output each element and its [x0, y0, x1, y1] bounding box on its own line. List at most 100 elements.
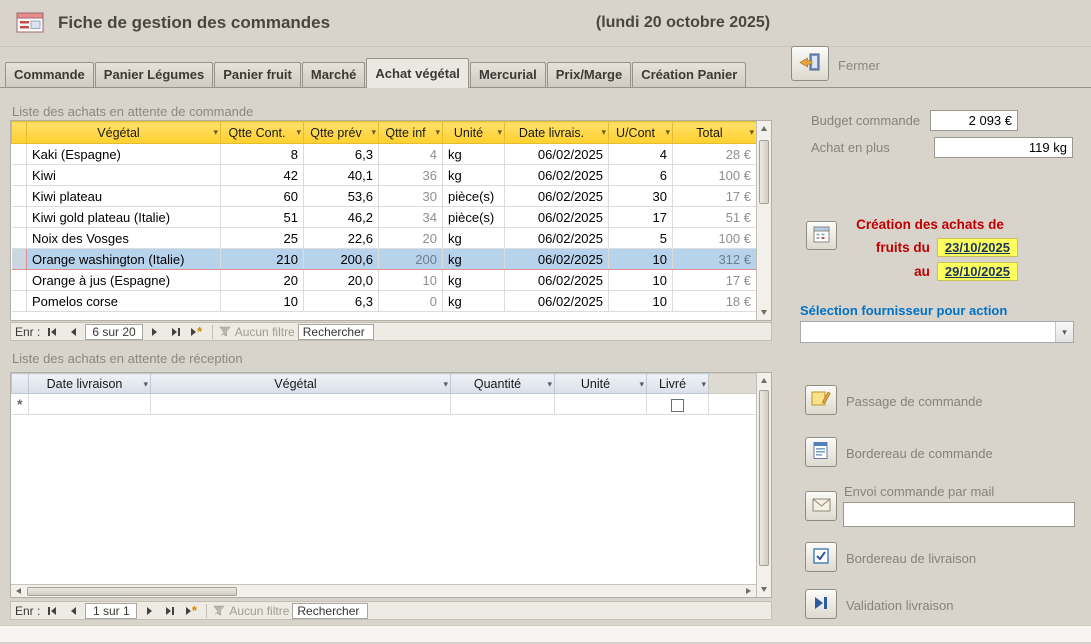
- filter-dropdown-icon[interactable]: ▾: [601, 128, 606, 137]
- column-header-date-livraison[interactable]: Date livraison▾: [29, 374, 151, 394]
- column-header-vegetal[interactable]: Végétal▾: [27, 122, 221, 144]
- cell[interactable]: Kiwi gold plateau (Italie): [27, 207, 221, 228]
- cell[interactable]: 22,6: [304, 228, 379, 249]
- envoi-mail-button[interactable]: [805, 491, 837, 521]
- cell[interactable]: 25: [221, 228, 304, 249]
- bordereau-commande-button[interactable]: [805, 437, 837, 467]
- row-selector[interactable]: [12, 228, 27, 249]
- filter-dropdown-icon[interactable]: ▾: [371, 128, 376, 137]
- nav-next-button[interactable]: [140, 603, 158, 618]
- row-selector[interactable]: [12, 186, 27, 207]
- cell[interactable]: 06/02/2025: [505, 186, 609, 207]
- tab-achat-vegetal[interactable]: Achat végétal: [366, 58, 469, 88]
- cell[interactable]: kg: [443, 270, 505, 291]
- chevron-down-icon[interactable]: ▾: [1055, 322, 1073, 342]
- date-from-field[interactable]: 23/10/2025: [937, 238, 1018, 257]
- validation-livraison-button[interactable]: [805, 589, 837, 619]
- filter-dropdown-icon[interactable]: ▾: [296, 128, 301, 137]
- cell[interactable]: 40,1: [304, 165, 379, 186]
- cell-unite[interactable]: [555, 394, 647, 415]
- nav-last-button[interactable]: [167, 324, 185, 339]
- supplier-combobox[interactable]: ▾: [800, 321, 1074, 343]
- cell[interactable]: 30: [379, 186, 443, 207]
- row-selector[interactable]: [12, 207, 27, 228]
- cell[interactable]: kg: [443, 165, 505, 186]
- cell[interactable]: 30: [609, 186, 673, 207]
- cell[interactable]: 312 €: [673, 249, 757, 270]
- scroll-right-icon[interactable]: [741, 585, 756, 597]
- cell[interactable]: 06/02/2025: [505, 165, 609, 186]
- cell[interactable]: 10: [609, 270, 673, 291]
- cell[interactable]: 18 €: [673, 291, 757, 312]
- tab-marche[interactable]: Marché: [302, 62, 366, 87]
- filter-dropdown-icon[interactable]: ▾: [443, 380, 448, 389]
- livre-checkbox[interactable]: [671, 399, 684, 412]
- cell[interactable]: 5: [609, 228, 673, 249]
- scroll-down-icon[interactable]: [757, 582, 771, 597]
- tab-creation-panier[interactable]: Création Panier: [632, 62, 746, 87]
- cell[interactable]: 10: [609, 291, 673, 312]
- cell[interactable]: 28 €: [673, 144, 757, 165]
- new-record-marker[interactable]: *: [12, 394, 29, 415]
- filter-dropdown-icon[interactable]: ▾: [701, 380, 706, 389]
- cell[interactable]: 06/02/2025: [505, 270, 609, 291]
- filter-status[interactable]: Aucun filtre: [219, 325, 295, 339]
- cell[interactable]: Pomelos corse: [27, 291, 221, 312]
- column-header-u-cont[interactable]: U/Cont▾: [609, 122, 673, 144]
- scrollbar-thumb[interactable]: [759, 140, 769, 204]
- cell[interactable]: Orange à jus (Espagne): [27, 270, 221, 291]
- date-to-field[interactable]: 29/10/2025: [937, 262, 1018, 281]
- filter-dropdown-icon[interactable]: ▾: [497, 128, 502, 137]
- cell[interactable]: 200: [379, 249, 443, 270]
- passage-commande-button[interactable]: [805, 385, 837, 415]
- nav-new-record-button[interactable]: *: [188, 324, 206, 339]
- cell[interactable]: Kaki (Espagne): [27, 144, 221, 165]
- cell[interactable]: kg: [443, 291, 505, 312]
- filter-dropdown-icon[interactable]: ▾: [665, 128, 670, 137]
- cell[interactable]: 0: [379, 291, 443, 312]
- vertical-scrollbar[interactable]: [756, 121, 771, 320]
- cell[interactable]: 6,3: [304, 144, 379, 165]
- scroll-down-icon[interactable]: [757, 305, 771, 320]
- cell[interactable]: kg: [443, 228, 505, 249]
- cell[interactable]: 6,3: [304, 291, 379, 312]
- tab-commande[interactable]: Commande: [5, 62, 94, 87]
- cell[interactable]: 06/02/2025: [505, 249, 609, 270]
- nav-first-button[interactable]: [43, 324, 61, 339]
- nav-prev-button[interactable]: [64, 324, 82, 339]
- column-header-quantite[interactable]: Quantité▾: [451, 374, 555, 394]
- cell[interactable]: 60: [221, 186, 304, 207]
- column-header-qtte-inf[interactable]: Qtte inf▾: [379, 122, 443, 144]
- bordereau-livraison-button[interactable]: [805, 542, 837, 572]
- cell[interactable]: 17 €: [673, 186, 757, 207]
- row-selector[interactable]: [12, 249, 27, 270]
- search-input[interactable]: [298, 324, 374, 340]
- row-selector[interactable]: [12, 291, 27, 312]
- column-header-total[interactable]: Total▾: [673, 122, 757, 144]
- close-form-button[interactable]: [791, 46, 829, 81]
- cell[interactable]: 6: [609, 165, 673, 186]
- cell[interactable]: 17 €: [673, 270, 757, 291]
- column-header-unite[interactable]: Unité▾: [555, 374, 647, 394]
- scroll-up-icon[interactable]: [757, 121, 771, 136]
- cell[interactable]: 200,6: [304, 249, 379, 270]
- cell[interactable]: 20: [221, 270, 304, 291]
- filter-dropdown-icon[interactable]: ▾: [749, 128, 754, 137]
- row-selector[interactable]: [12, 270, 27, 291]
- cell[interactable]: 8: [221, 144, 304, 165]
- cell[interactable]: 51 €: [673, 207, 757, 228]
- achat-en-plus-value-field[interactable]: 119 kg: [934, 137, 1073, 158]
- column-header-vegetal[interactable]: Végétal▾: [151, 374, 451, 394]
- column-header-qtte-cont[interactable]: Qtte Cont.▾: [221, 122, 304, 144]
- horizontal-scrollbar[interactable]: [11, 584, 756, 597]
- row-selector[interactable]: [12, 165, 27, 186]
- cell[interactable]: Kiwi plateau: [27, 186, 221, 207]
- nav-first-button[interactable]: [43, 603, 61, 618]
- nav-new-record-button[interactable]: *: [182, 603, 200, 618]
- filter-dropdown-icon[interactable]: ▾: [639, 380, 644, 389]
- cell[interactable]: 10: [221, 291, 304, 312]
- filter-dropdown-icon[interactable]: ▾: [435, 128, 440, 137]
- cell[interactable]: 4: [379, 144, 443, 165]
- cell[interactable]: 06/02/2025: [505, 144, 609, 165]
- nav-prev-button[interactable]: [64, 603, 82, 618]
